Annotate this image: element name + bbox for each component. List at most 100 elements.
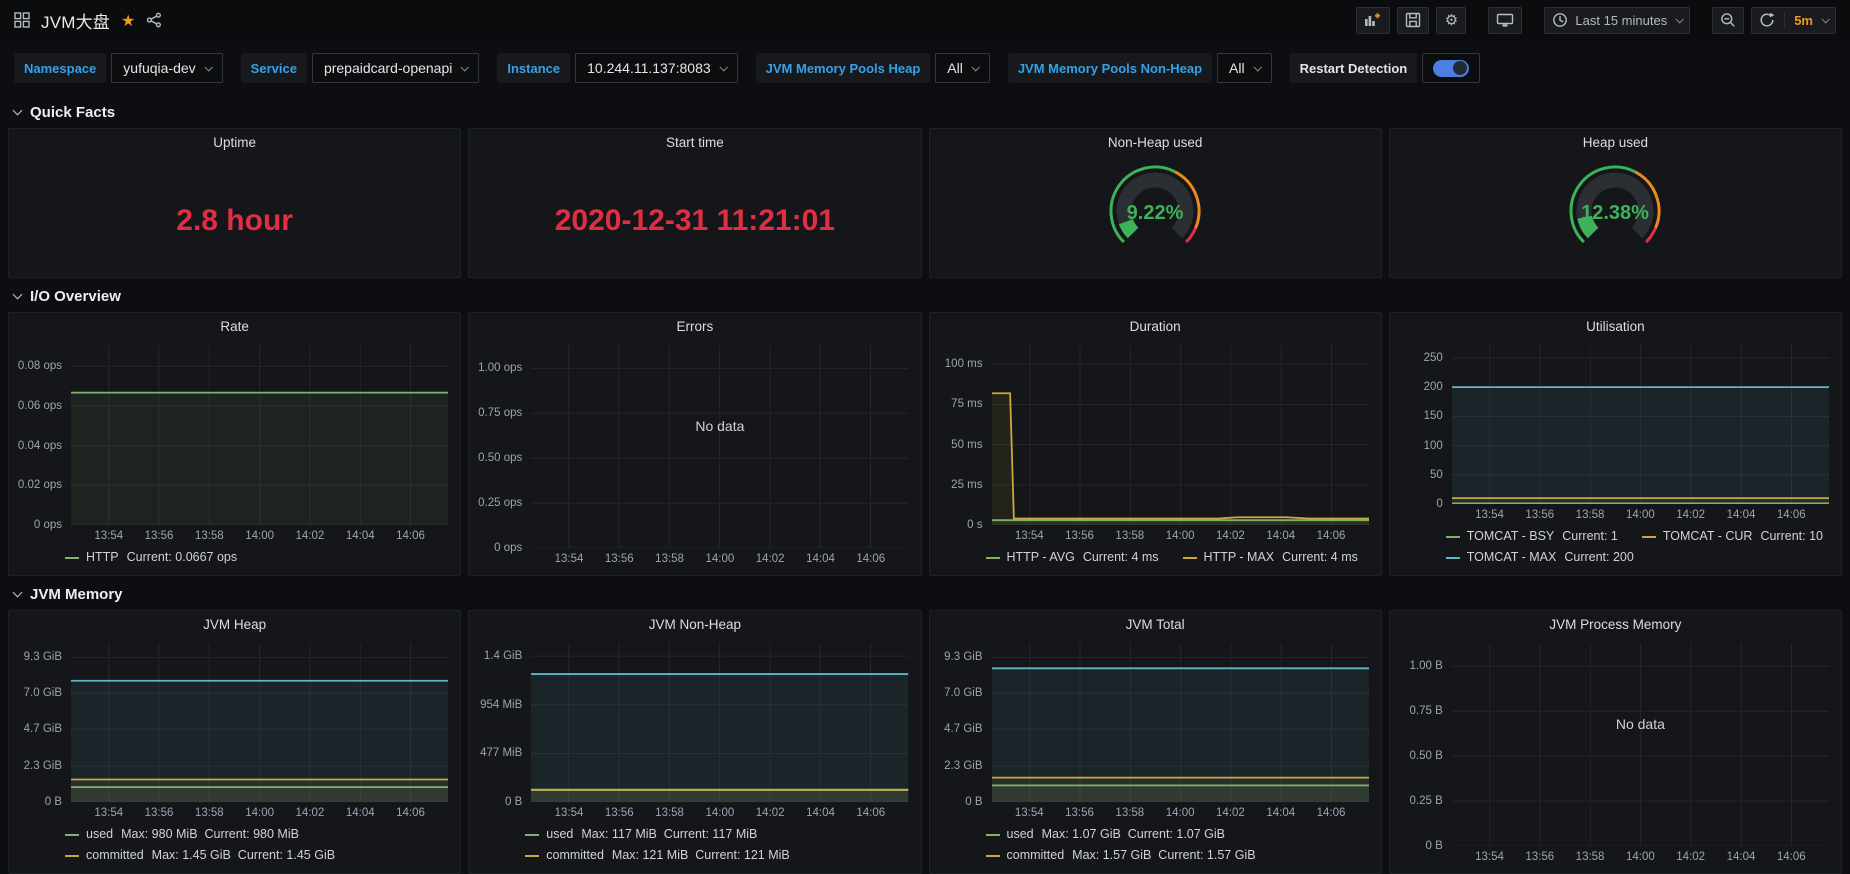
jvm-heap-chart: 9.3 GiB 7.0 GiB 4.7 GiB 2.3 GiB 0 B 13:54 13:5… (9, 637, 460, 873)
jvm-memory-row: JVM Heap 9.3 GiB 7.0 GiB 4.7 GiB 2.3 GiB 0 B… (0, 610, 1850, 874)
legend-item[interactable]: used Max: 117 MiB Current: 117 MiB (525, 824, 757, 845)
add-panel-button[interactable] (1356, 6, 1391, 34)
x-tick-label: 14:00 (245, 807, 275, 819)
y-tick-label: 0 B (1425, 840, 1443, 852)
save-dashboard-button[interactable] (1397, 6, 1430, 34)
restart-detection-control: Restart Detection (1289, 53, 1481, 83)
x-tick-label: 13:56 (1065, 807, 1094, 819)
legend-series-value: Max: 980 MiB Current: 980 MiB (121, 827, 299, 841)
x-tick-label: 14:02 (1216, 530, 1245, 542)
y-tick-label: 0.50 ops (478, 452, 523, 465)
gear-icon: ⚙ (1444, 10, 1459, 29)
x-tick-label: 14:02 (1676, 851, 1706, 863)
legend: HTTP - AVG Current: 4 ms HTTP - MAX Current… (936, 546, 1369, 569)
variable-label: JVM Memory Pools Non-Heap (1007, 53, 1213, 83)
y-tick-label: 50 (1429, 468, 1443, 481)
settings-button[interactable]: ⚙ (1436, 6, 1467, 34)
panel-jvm-non-heap: JVM Non-Heap 1.4 GiB 954 MiB 477 MiB 0 B 13:… (468, 610, 922, 874)
panel-title[interactable]: Uptime (9, 129, 460, 155)
y-tick-label: 0.06 ops (17, 399, 62, 412)
legend-item[interactable]: committed Max: 1.57 GiB Current: 1.57 GiB (985, 845, 1256, 866)
x-tick-label: 13:58 (194, 807, 224, 819)
legend-series-name: committed (1006, 848, 1065, 862)
legend: TOMCAT - BSY Current: 1 TOMCAT - CUR Curren… (1396, 525, 1829, 569)
variable-value-dropdown[interactable]: yufuqia-dev (111, 53, 223, 83)
chevron-down-icon (204, 63, 213, 72)
y-tick-label: 0.08 ops (17, 360, 62, 373)
panel-title[interactable]: JVM Total (930, 611, 1381, 637)
x-tick-label: 13:54 (554, 807, 584, 819)
legend-item[interactable]: HTTP - AVG Current: 4 ms (985, 547, 1159, 568)
y-tick-label: 0.50 B (1409, 750, 1443, 763)
panel-title[interactable]: Start time (469, 129, 920, 155)
panel-title[interactable]: Duration (930, 313, 1381, 339)
y-tick-label: 0 ops (494, 542, 523, 554)
panel-rate: Rate 0.08 ops 0.06 ops 0.04 ops 0.02 ops 0 o… (8, 312, 462, 576)
legend-series-dash (65, 556, 79, 559)
panel-title[interactable]: JVM Non-Heap (469, 611, 920, 637)
legend-item[interactable]: committed Max: 121 MiB Current: 121 MiB (525, 845, 790, 866)
clock-icon (1553, 13, 1568, 27)
legend-item[interactable]: used Max: 1.07 GiB Current: 1.07 GiB (985, 824, 1225, 845)
panel-title[interactable]: Errors (469, 313, 920, 339)
panel-title[interactable]: Non-Heap used (930, 129, 1381, 155)
legend-series-value: Max: 121 MiB Current: 121 MiB (611, 848, 790, 862)
panel-jvm-total: JVM Total 9.3 GiB 7.0 GiB 4.7 GiB 2.3 GiB 0 … (928, 610, 1382, 874)
x-tick-label: 14:06 (1316, 530, 1346, 542)
plot-area (71, 345, 449, 525)
zoom-out-button[interactable] (1712, 6, 1745, 34)
x-tick-label: 14:00 (1625, 851, 1655, 863)
chevron-down-icon (460, 63, 470, 72)
variable-value-dropdown[interactable]: 10.244.11.137:8083 (575, 53, 738, 83)
variable-jvm-memory-pools-non-heap: JVM Memory Pools Non-Heap All (1007, 53, 1272, 83)
x-axis: 13:54 13:56 13:58 14:00 14:02 14:04 14:06 (531, 548, 908, 569)
x-tick-label: 14:02 (755, 553, 785, 565)
refresh-group[interactable]: 5m (1751, 6, 1836, 34)
uptime-value: 2.8 hour (176, 204, 293, 237)
no-data-label: No data (695, 418, 745, 435)
panel-title[interactable]: Heap used (1390, 129, 1841, 155)
legend-item[interactable]: HTTP Current: 0.0667 ops (65, 547, 237, 568)
duration-chart: 100 ms 75 ms 50 ms 25 ms 0 s 13:54 13:56 13:58 1… (930, 339, 1381, 575)
restart-detection-label: Restart Detection (1289, 53, 1418, 83)
time-range-picker[interactable]: Last 15 minutes (1544, 6, 1691, 34)
y-tick-label: 0.04 ops (17, 439, 62, 452)
legend-item[interactable]: TOMCAT - MAX Current: 200 (1445, 547, 1634, 568)
star-icon[interactable]: ★ (121, 11, 135, 30)
dashboard-grid-icon[interactable] (14, 12, 30, 28)
legend-item[interactable]: used Max: 980 MiB Current: 980 MiB (65, 824, 299, 845)
restart-detection-toggle[interactable] (1422, 53, 1481, 83)
variable-value-dropdown[interactable]: All (1217, 53, 1272, 83)
legend-item[interactable]: TOMCAT - CUR Current: 10 (1641, 526, 1823, 547)
y-tick-label: 1.00 ops (478, 362, 523, 375)
legend-item[interactable]: committed Max: 1.45 GiB Current: 1.45 GiB (65, 845, 335, 866)
section-io-overview[interactable]: I/O Overview (0, 278, 1850, 312)
x-tick-label: 13:56 (1065, 530, 1094, 542)
panel-jvm-heap: JVM Heap 9.3 GiB 7.0 GiB 4.7 GiB 2.3 GiB 0 B… (8, 610, 462, 874)
legend-item[interactable]: HTTP - MAX Current: 4 ms (1182, 547, 1358, 568)
x-tick-label: 13:58 (1115, 530, 1145, 542)
tv-mode-button[interactable] (1488, 6, 1523, 34)
panel-title[interactable]: JVM Heap (9, 611, 460, 637)
variable-value-dropdown[interactable]: All (935, 53, 990, 83)
plot-area (71, 643, 449, 802)
panel-title[interactable]: Rate (9, 313, 460, 339)
legend-series-dash (985, 556, 1000, 559)
gauge-value: 12.38% (1581, 202, 1649, 224)
no-data-label: No data (1615, 716, 1665, 733)
panel-title[interactable]: JVM Process Memory (1390, 611, 1841, 637)
variable-value-dropdown[interactable]: prepaidcard-openapi (311, 53, 480, 83)
gauge-value: 9.22% (1127, 202, 1184, 224)
legend-item[interactable]: TOMCAT - BSY Current: 1 (1445, 526, 1618, 547)
chevron-down-icon (719, 63, 728, 72)
section-jvm-memory[interactable]: JVM Memory (0, 576, 1850, 610)
x-tick-label: 13:58 (1115, 807, 1145, 819)
x-axis: 13:54 13:56 13:58 14:00 14:02 14:04 14:06 (1452, 504, 1829, 525)
section-quick-facts[interactable]: Quick Facts (0, 94, 1850, 128)
y-tick-label: 7.0 GiB (23, 687, 62, 700)
panel-title[interactable]: Utilisation (1390, 313, 1841, 339)
x-tick-label: 13:54 (94, 807, 124, 819)
share-icon[interactable] (146, 12, 162, 28)
legend-series-dash (1445, 556, 1460, 559)
x-tick-label: 14:00 (1165, 530, 1195, 542)
